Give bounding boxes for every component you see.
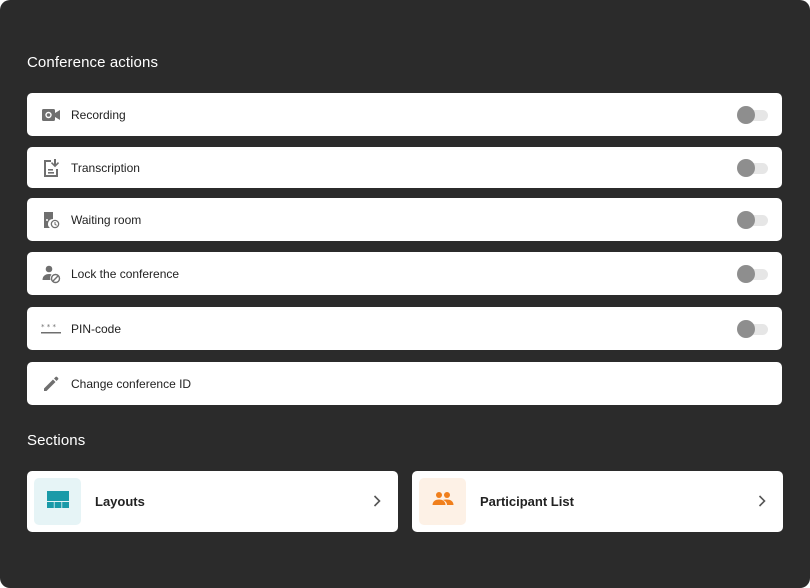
toggle-thumb <box>737 319 755 338</box>
participant-list-label: Participant List <box>480 494 574 509</box>
transcription-icon <box>40 157 62 179</box>
waiting-room-toggle[interactable] <box>737 210 769 229</box>
toggle-thumb <box>737 158 755 177</box>
lock-conference-toggle[interactable] <box>737 264 769 283</box>
conference-settings-panel: Conference actions Recording Transcripti… <box>0 0 810 588</box>
participant-list-tile <box>419 478 466 525</box>
waiting-room-label: Waiting room <box>71 212 142 227</box>
change-conference-id-row[interactable]: Change conference ID <box>27 362 782 405</box>
waiting-room-row[interactable]: Waiting room <box>27 198 782 241</box>
sections-heading: Sections <box>27 432 86 449</box>
transcription-row[interactable]: Transcription <box>27 147 782 188</box>
layout-icon <box>46 490 69 513</box>
recording-row[interactable]: Recording <box>27 93 782 136</box>
lock-conference-label: Lock the conference <box>71 266 180 281</box>
pin-code-toggle[interactable] <box>737 319 769 338</box>
chevron-right-icon <box>370 494 384 508</box>
pencil-icon <box>40 373 62 395</box>
conference-actions-heading: Conference actions <box>27 54 159 71</box>
pin-code-label: PIN-code <box>71 321 122 336</box>
transcription-label: Transcription <box>71 160 140 175</box>
pin-code-row[interactable]: * * * PIN-code <box>27 307 782 350</box>
waiting-room-icon <box>40 209 62 231</box>
lock-user-icon <box>40 263 62 285</box>
layouts-label: Layouts <box>95 494 145 509</box>
video-camera-icon <box>40 104 62 126</box>
lock-conference-row[interactable]: Lock the conference <box>27 252 782 295</box>
toggle-thumb <box>737 264 755 283</box>
toggle-thumb <box>737 210 755 229</box>
participants-icon <box>432 491 454 512</box>
transcription-toggle[interactable] <box>737 158 769 177</box>
pin-code-icon: * * * <box>40 318 62 340</box>
layouts-card[interactable]: Layouts <box>27 471 398 532</box>
participant-list-card[interactable]: Participant List <box>412 471 783 532</box>
recording-toggle[interactable] <box>737 105 769 124</box>
recording-label: Recording <box>71 107 126 122</box>
svg-text:* * *: * * * <box>41 323 56 331</box>
chevron-right-icon <box>755 494 769 508</box>
change-conference-id-label: Change conference ID <box>71 376 192 391</box>
layouts-tile <box>34 478 81 525</box>
toggle-thumb <box>737 105 755 124</box>
